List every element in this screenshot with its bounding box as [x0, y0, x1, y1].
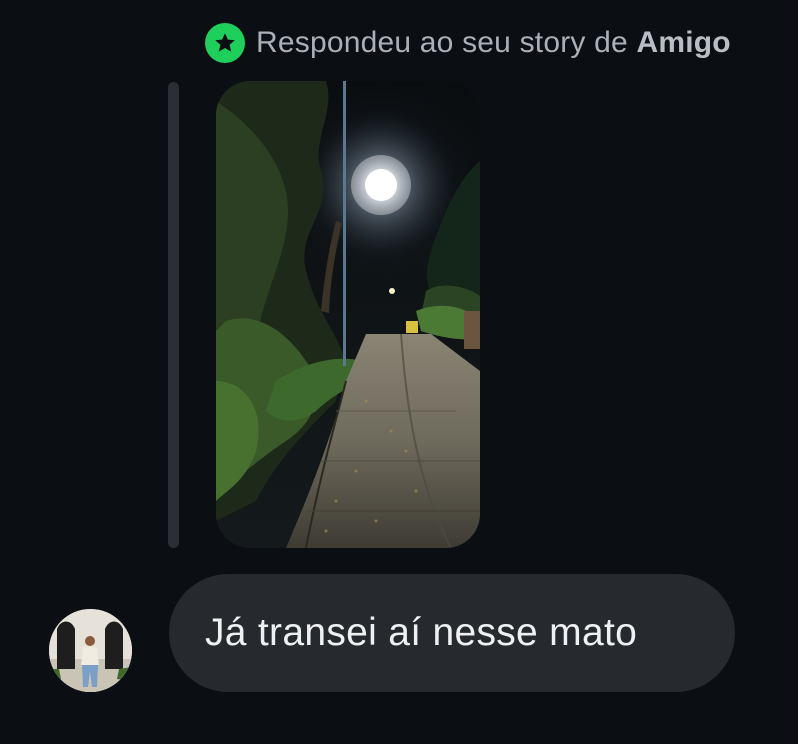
- reply-quote-bar: [168, 82, 179, 548]
- star-icon: [205, 23, 245, 63]
- story-owner-name[interactable]: Amigo: [636, 26, 730, 59]
- chat-screen: Respondeu ao seu story de Amigo Já trans…: [0, 0, 798, 744]
- story-reply-prefix: Respondeu ao seu story de: [256, 26, 637, 59]
- avatar-photo-icon: [49, 609, 132, 692]
- story-reply-header: Respondeu ao seu story de Amigo: [205, 22, 798, 64]
- message-bubble[interactable]: Já transei aí nesse mato: [169, 574, 735, 692]
- story-reply-label: Respondeu ao seu story de Amigo: [256, 26, 731, 60]
- message-text: Já transei aí nesse mato: [205, 611, 638, 654]
- story-thumbnail[interactable]: [216, 81, 480, 548]
- avatar[interactable]: [49, 609, 132, 692]
- story-photo-icon: [216, 81, 480, 548]
